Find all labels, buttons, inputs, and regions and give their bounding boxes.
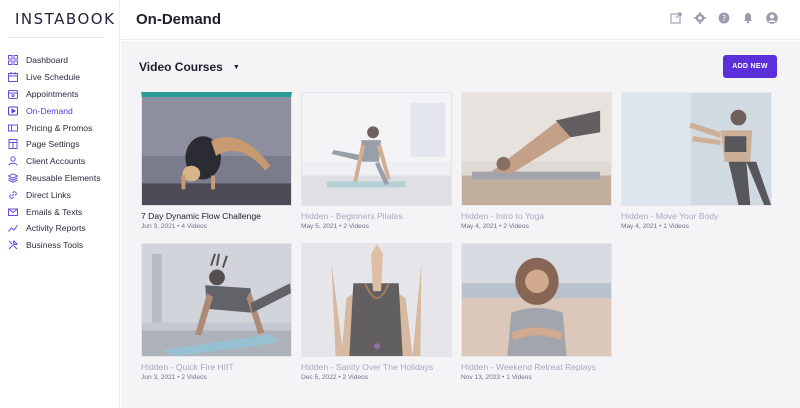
ticket-icon: [8, 123, 18, 133]
course-card-beginners-pilates[interactable]: Hidden - Beginners Pilates May 5, 2021 •…: [301, 92, 452, 230]
sidebar-item-reusable-elements[interactable]: Reusable Elements: [0, 170, 120, 187]
sidebar-item-label: Appointments: [26, 88, 79, 99]
course-thumbnail[interactable]: [141, 92, 292, 206]
course-meta: Jun 3, 2021 • 4 Videos: [141, 223, 207, 230]
chart-icon: [8, 223, 18, 233]
sidebar-item-page-settings[interactable]: Page Settings: [0, 136, 120, 153]
sidebar-item-label: Business Tools: [26, 240, 84, 251]
grid-icon: [8, 55, 18, 66]
app-logo[interactable]: INSTABOOK: [15, 10, 115, 28]
sidebar-item-label: Client Accounts: [26, 156, 86, 167]
course-thumbnail[interactable]: [141, 243, 292, 357]
sidebar-item-label: Page Settings: [26, 139, 80, 150]
course-meta: May 4, 2021 • 2 Videos: [461, 223, 529, 230]
course-meta: Nov 13, 2023 • 1 Videos: [461, 374, 532, 381]
sidebar-item-label: On-Demand: [26, 105, 73, 116]
course-meta: May 5, 2021 • 2 Videos: [301, 223, 369, 230]
course-title: Hidden - Weekend Retreat Replays: [461, 362, 597, 372]
course-title: Hidden - Move Your Body: [621, 211, 719, 221]
sidebar-item-pricing-promos[interactable]: Pricing & Promos: [0, 119, 120, 136]
users-icon: [8, 156, 18, 166]
main-content: Video Courses ▼ ADD NEW 7 Day Dynamic Fl…: [121, 41, 800, 408]
user-avatar-icon[interactable]: [766, 12, 778, 24]
course-card-intro-yoga[interactable]: Hidden - Intro to Yoga May 4, 2021 • 2 V…: [461, 92, 612, 230]
course-card-weekend-retreat[interactable]: Hidden - Weekend Retreat Replays Nov 13,…: [461, 243, 612, 381]
sidebar-item-label: Activity Reports: [26, 223, 86, 234]
course-meta: May 4, 2021 • 1 Videos: [621, 223, 689, 230]
help-icon[interactable]: ?: [718, 12, 730, 24]
course-card-dynamic-flow[interactable]: 7 Day Dynamic Flow Challenge Jun 3, 2021…: [141, 92, 292, 230]
sidebar-item-dashboard[interactable]: Dashboard: [0, 52, 120, 69]
gear-icon[interactable]: [694, 12, 706, 24]
mail-icon: [8, 207, 18, 217]
sidebar-item-label: Direct Links: [26, 189, 71, 200]
course-thumbnail[interactable]: [461, 92, 612, 206]
sidebar-nav: Dashboard Live Schedule Appointments On-…: [0, 52, 120, 254]
bell-icon[interactable]: [742, 12, 754, 24]
page-title: On-Demand: [136, 11, 222, 28]
video-courses-dropdown[interactable]: Video Courses ▼: [139, 60, 240, 74]
external-link-icon[interactable]: [670, 12, 682, 24]
sidebar-item-label: Pricing & Promos: [26, 122, 93, 133]
sidebar-item-emails-texts[interactable]: Emails & Texts: [0, 203, 120, 220]
top-header: On-Demand ?: [120, 0, 800, 40]
sidebar-item-label: Reusable Elements: [26, 172, 101, 183]
course-title: Hidden - Quick Fire HIIT: [141, 362, 234, 372]
layers-icon: [8, 173, 18, 183]
sidebar-item-live-schedule[interactable]: Live Schedule: [0, 69, 120, 86]
page-icon: [8, 139, 18, 150]
course-title: Hidden - Intro to Yoga: [461, 211, 545, 221]
course-title: Hidden - Sanity Over The Holidays: [301, 362, 434, 372]
course-title: 7 Day Dynamic Flow Challenge: [141, 211, 261, 221]
calendar-icon: [8, 72, 18, 83]
course-thumbnail[interactable]: [461, 243, 612, 357]
appointment-icon: [8, 89, 18, 99]
course-card-move-your-body[interactable]: Hidden - Move Your Body May 4, 2021 • 1 …: [621, 92, 772, 230]
sidebar: INSTABOOK Dashboard Live Schedule Appoin…: [0, 0, 120, 408]
course-thumbnail[interactable]: [301, 243, 452, 357]
course-card-sanity-holidays[interactable]: Hidden - Sanity Over The Holidays Dec 5,…: [301, 243, 452, 381]
sidebar-item-label: Live Schedule: [26, 72, 80, 83]
header-actions: ?: [670, 12, 778, 24]
svg-text:?: ?: [722, 14, 726, 23]
course-meta: Dec 5, 2022 • 2 Videos: [301, 374, 369, 381]
add-new-button[interactable]: ADD NEW: [723, 55, 777, 78]
logo-divider: [8, 37, 104, 38]
sidebar-item-activity-reports[interactable]: Activity Reports: [0, 220, 120, 237]
tools-icon: [8, 240, 18, 250]
sidebar-item-appointments[interactable]: Appointments: [0, 86, 120, 103]
play-icon: [8, 106, 18, 116]
link-icon: [8, 190, 18, 200]
sidebar-item-label: Dashboard: [26, 55, 69, 66]
course-meta: Jun 3, 2021 • 2 Videos: [141, 374, 207, 381]
course-title: Hidden - Beginners Pilates: [301, 211, 403, 221]
course-card-quick-fire-hiit[interactable]: Hidden - Quick Fire HIIT Jun 3, 2021 • 2…: [141, 243, 292, 381]
sidebar-item-client-accounts[interactable]: Client Accounts: [0, 153, 120, 170]
sidebar-item-label: Emails & Texts: [26, 206, 83, 217]
sidebar-item-on-demand[interactable]: On-Demand: [0, 102, 120, 119]
course-thumbnail[interactable]: [301, 92, 452, 206]
course-thumbnail[interactable]: [621, 92, 772, 206]
sidebar-item-business-tools[interactable]: Business Tools: [0, 237, 120, 254]
sidebar-item-direct-links[interactable]: Direct Links: [0, 186, 120, 203]
section-title-label: Video Courses: [139, 60, 223, 74]
caret-down-icon: ▼: [232, 63, 240, 71]
